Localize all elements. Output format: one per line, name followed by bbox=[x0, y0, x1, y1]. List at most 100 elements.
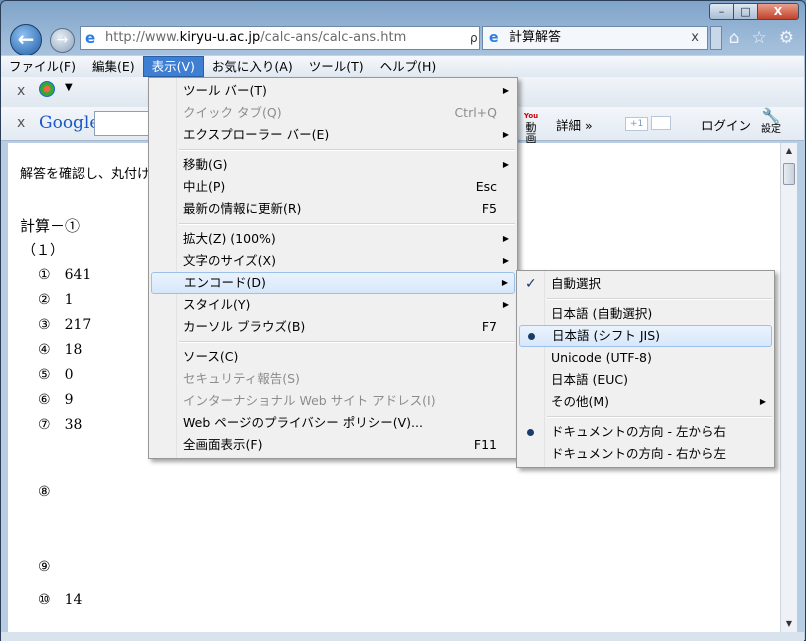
answer-value: 9 bbox=[64, 392, 74, 408]
google-logo[interactable]: Google bbox=[39, 113, 99, 133]
direction-right-to-left[interactable]: ドキュメントの方向 - 右から左 bbox=[517, 443, 774, 465]
menu-item-label: 移動(G) bbox=[183, 157, 228, 172]
view-full-screen[interactable]: 全画面表示(F) F11 bbox=[149, 434, 517, 456]
google-search-input[interactable] bbox=[94, 111, 154, 136]
tab-close-button[interactable]: x bbox=[691, 27, 699, 49]
menu-item-label: ツール バー(T) bbox=[183, 83, 267, 98]
view-explorer-bar[interactable]: エクスプローラー バー(E) ▶ bbox=[149, 124, 517, 146]
scroll-down-button[interactable]: ▼ bbox=[781, 616, 797, 632]
view-refresh[interactable]: 最新の情報に更新(R) F5 bbox=[149, 198, 517, 220]
view-security-report[interactable]: セキュリティ報告(S) bbox=[149, 368, 517, 390]
encoding-shift-jis[interactable]: 日本語 (シフト JIS) bbox=[519, 325, 772, 347]
answer-value: 641 bbox=[64, 267, 92, 283]
favorites-icon[interactable]: ☆ bbox=[752, 28, 767, 48]
menu-shortcut: Ctrl+Q bbox=[454, 105, 497, 120]
answer-item: ③ 217 bbox=[38, 317, 91, 333]
view-encoding[interactable]: エンコード(D) ▶ bbox=[151, 272, 515, 294]
answer-value: 38 bbox=[64, 417, 83, 433]
menu-view[interactable]: 表示(V) bbox=[142, 56, 204, 77]
settings-button[interactable]: 🔧 設定 bbox=[761, 108, 781, 136]
answer-item: ⑧ bbox=[38, 484, 65, 500]
menu-item-label: エクスプローラー バー(E) bbox=[183, 127, 330, 142]
submenu-arrow-icon: ▶ bbox=[502, 160, 509, 169]
view-caret-browsing[interactable]: カーソル ブラウズ(B) F7 bbox=[149, 316, 517, 338]
menu-tools[interactable]: ツール(T) bbox=[301, 56, 372, 77]
new-tab-button[interactable] bbox=[710, 26, 722, 50]
scroll-up-button[interactable]: ▲ bbox=[781, 143, 797, 159]
menu-item-label: Web ページのプライバシー ポリシー(V)... bbox=[183, 415, 423, 430]
menu-shortcut: F7 bbox=[481, 319, 497, 334]
menu-item-label: クイック タブ(Q) bbox=[183, 105, 282, 120]
video-label: 動画 bbox=[525, 121, 537, 145]
tab-active[interactable]: e 計算解答 x bbox=[482, 26, 708, 50]
encoding-more[interactable]: その他(M) ▶ bbox=[517, 391, 774, 413]
answer-item: ⑩ 14 bbox=[38, 592, 82, 608]
youtube-video-button[interactable]: You 動画 bbox=[521, 111, 541, 144]
maximize-button[interactable]: □ bbox=[733, 3, 758, 20]
search-icon[interactable]: ρ bbox=[470, 27, 478, 49]
addon-icon[interactable] bbox=[39, 81, 55, 97]
answer-number: ④ bbox=[38, 342, 51, 358]
radio-selected-icon bbox=[527, 429, 534, 436]
menu-item-label: その他(M) bbox=[551, 394, 610, 409]
close-window-button[interactable]: X bbox=[757, 3, 799, 20]
view-text-size[interactable]: 文字のサイズ(X) ▶ bbox=[149, 250, 517, 272]
answer-item: ④ 18 bbox=[38, 342, 82, 358]
menu-bar: ファイル(F) 編集(E) 表示(V) お気に入り(A) ツール(T) ヘルプ(H) bbox=[1, 55, 804, 77]
minimize-button[interactable]: – bbox=[709, 3, 734, 20]
plus-one-button[interactable]: +1 bbox=[625, 117, 649, 131]
menu-item-label: ドキュメントの方向 - 左から右 bbox=[551, 424, 726, 439]
answer-number: ⑩ bbox=[38, 592, 51, 608]
menu-item-label: カーソル ブラウズ(B) bbox=[183, 319, 306, 334]
menu-help[interactable]: ヘルプ(H) bbox=[372, 56, 445, 77]
menu-edit[interactable]: 編集(E) bbox=[84, 56, 143, 77]
menu-separator bbox=[517, 295, 774, 303]
view-source[interactable]: ソース(C) bbox=[149, 346, 517, 368]
view-international-address[interactable]: インターナショナル Web サイト アドレス(I) bbox=[149, 390, 517, 412]
answer-item: ⑥9 bbox=[38, 392, 73, 408]
menu-item-label: 日本語 (自動選択) bbox=[551, 306, 653, 321]
url-prefix: http://www. bbox=[105, 30, 180, 45]
submenu-arrow-icon: ▶ bbox=[502, 300, 509, 309]
gear-icon[interactable]: ⚙ bbox=[779, 28, 794, 48]
details-button[interactable]: 詳細 » bbox=[556, 115, 593, 134]
subheading: （１） bbox=[22, 243, 64, 259]
view-zoom[interactable]: 拡大(Z) (100%) ▶ bbox=[149, 228, 517, 250]
answer-value: 1 bbox=[64, 292, 74, 308]
encoding-euc[interactable]: 日本語 (EUC) bbox=[517, 369, 774, 391]
status-bar bbox=[1, 632, 804, 641]
answer-number: ② bbox=[38, 292, 51, 308]
chevron-down-icon[interactable]: ▼ bbox=[65, 82, 73, 93]
answer-value: 0 bbox=[64, 367, 74, 383]
radio-selected-icon bbox=[528, 333, 535, 340]
back-button[interactable]: ← bbox=[10, 24, 42, 56]
google-bar-close-icon[interactable]: x bbox=[17, 115, 25, 131]
menu-shortcut: F11 bbox=[473, 437, 497, 452]
menu-file[interactable]: ファイル(F) bbox=[1, 56, 84, 77]
view-stop[interactable]: 中止(P) Esc bbox=[149, 176, 517, 198]
view-toolbars[interactable]: ツール バー(T) ▶ bbox=[149, 80, 517, 102]
view-go-to[interactable]: 移動(G) ▶ bbox=[149, 154, 517, 176]
address-bar[interactable]: e http://www.kiryu-u.ac.jp/calc-ans/calc… bbox=[80, 26, 480, 50]
vertical-scrollbar[interactable]: ▲ ▼ bbox=[780, 143, 797, 632]
menu-item-label: 自動選択 bbox=[551, 276, 602, 291]
scroll-thumb[interactable] bbox=[783, 163, 795, 185]
direction-left-to-right[interactable]: ドキュメントの方向 - 左から右 bbox=[517, 421, 774, 443]
home-icon[interactable]: ⌂ bbox=[729, 28, 740, 48]
forward-button[interactable]: → bbox=[50, 28, 75, 53]
checkmark-icon: ✓ bbox=[525, 276, 537, 292]
menu-item-label: エンコード(D) bbox=[184, 275, 266, 290]
view-quick-tabs[interactable]: クイック タブ(Q) Ctrl+Q bbox=[149, 102, 517, 124]
cmdbar-close-icon[interactable]: x bbox=[17, 83, 25, 99]
encoding-japanese-auto[interactable]: 日本語 (自動選択) bbox=[517, 303, 774, 325]
encoding-auto-select[interactable]: ✓ 自動選択 bbox=[517, 273, 774, 295]
menu-separator bbox=[517, 413, 774, 421]
window-controls: – □ X bbox=[709, 3, 799, 20]
login-button[interactable]: ログイン bbox=[701, 115, 751, 134]
settings-label: 設定 bbox=[761, 124, 781, 135]
view-privacy-policy[interactable]: Web ページのプライバシー ポリシー(V)... bbox=[149, 412, 517, 434]
encoding-utf8[interactable]: Unicode (UTF-8) bbox=[517, 347, 774, 369]
menu-favorites[interactable]: お気に入り(A) bbox=[204, 56, 301, 77]
encoding-submenu: ✓ 自動選択 日本語 (自動選択) 日本語 (シフト JIS) Unicode (… bbox=[516, 270, 775, 468]
view-style[interactable]: スタイル(Y) ▶ bbox=[149, 294, 517, 316]
